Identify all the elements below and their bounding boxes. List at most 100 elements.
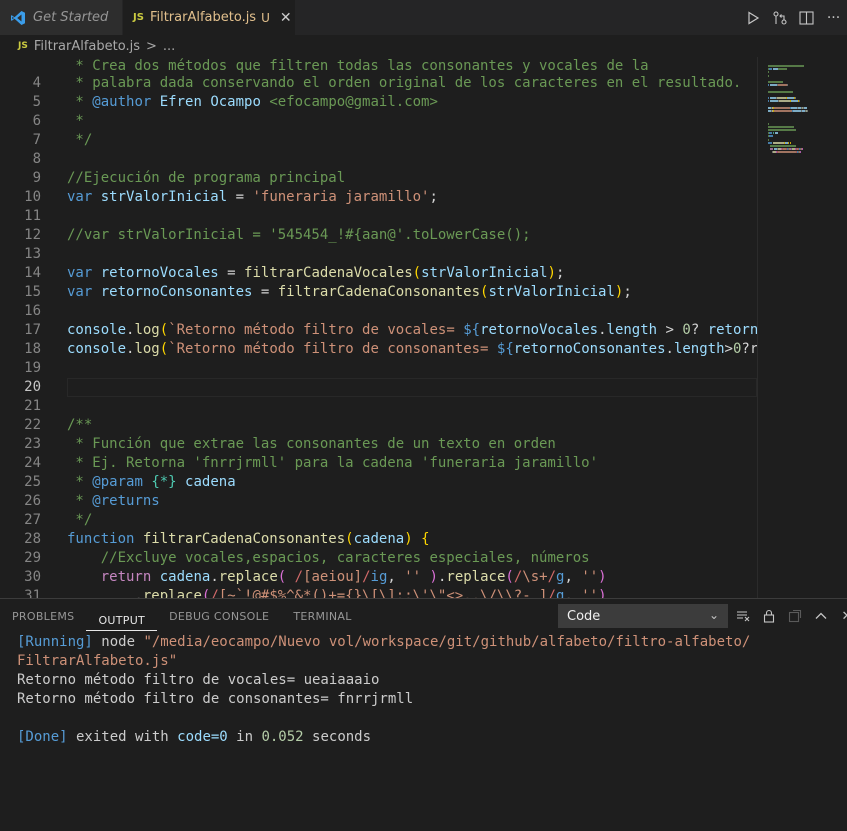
panel-tab-problems[interactable]: PROBLEMS [0, 599, 86, 634]
code-token: '' [404, 569, 422, 585]
code-token: //var strValorInicial = '545454_!#{aan@'… [67, 227, 531, 243]
code-line: 13 [0, 245, 757, 264]
code-line: 24 * Ej. Retorna 'fnrrjrmll' para la cad… [0, 454, 757, 473]
line-number: 22 [24, 417, 41, 433]
code-token: / [547, 588, 556, 598]
tab-get-started[interactable]: Get Started [0, 0, 123, 35]
close-panel-icon[interactable]: ✕ [834, 604, 847, 628]
minimap-stroke [787, 84, 788, 87]
done-text: seconds [303, 729, 372, 745]
code-line: 22 /** [0, 416, 757, 435]
line-number: 6 [32, 113, 41, 129]
code-token: = [252, 284, 278, 300]
line-number: 7 [32, 132, 41, 148]
code-text: .replace(/[~`!@#$%^&*()+={}\[\];:\'\"<>.… [67, 587, 607, 598]
line-number: 23 [24, 436, 41, 452]
code-text: * [67, 112, 84, 131]
minimap-stroke [799, 100, 800, 103]
code-line: 4 * palabra dada conservando el orden or… [0, 74, 757, 93]
line-number: 29 [24, 550, 41, 566]
clear-output-icon[interactable] [730, 604, 756, 628]
code-token: ig [370, 569, 388, 585]
code-token: retorn [707, 322, 757, 338]
code-token: ( [345, 531, 354, 547]
minimap-stroke [802, 148, 803, 151]
code-token: ; [555, 265, 565, 281]
code-line: 31 .replace(/[~`!@#$%^&*()+={}\[\];:\'\"… [0, 587, 757, 598]
panel-tab-debug-console[interactable]: DEBUG CONSOLE [157, 599, 281, 634]
code-token: / [362, 569, 371, 585]
more-actions-icon[interactable]: ··· [820, 0, 847, 35]
minimap[interactable] [757, 57, 847, 598]
running-label: [Running] [17, 634, 93, 650]
line-number: 10 [24, 189, 41, 205]
code-token: * [67, 113, 84, 129]
code-token: strValorInicial [421, 265, 548, 281]
line-number: 20 [24, 379, 41, 395]
code-editor[interactable]: * Crea dos métodos que filtren todas las… [0, 45, 757, 598]
code-text: * @returns [67, 492, 159, 511]
code-token: length [606, 322, 658, 338]
maximize-panel-icon[interactable] [808, 604, 834, 628]
output-channel-select[interactable]: Code ⌄ [558, 604, 728, 628]
minimap-stroke [790, 141, 791, 144]
minimap-stroke [768, 141, 772, 144]
tab-filtrar-alfabeto[interactable]: JS FiltrarAlfabeto.js U ✕ [123, 0, 295, 35]
code-token: /** [67, 417, 93, 433]
line-number: 11 [24, 208, 41, 224]
code-token: @author [92, 94, 152, 110]
code-text: /** [67, 416, 92, 435]
code-line: 29 //Excluye vocales,espacios, caractere… [0, 549, 757, 568]
code-line: 25 * @param {*} cadena [0, 473, 757, 492]
code-token: ${ [496, 341, 514, 357]
minimap-stroke [770, 148, 773, 151]
code-token: function [67, 531, 135, 547]
minimap-stroke [779, 100, 790, 103]
minimap-stroke [773, 141, 784, 144]
code-text: var retornoVocales = filtrarCadenaVocale… [67, 264, 564, 283]
code-line: 9 //Ejecución de programa principal [0, 169, 757, 188]
minimap-stroke [778, 151, 796, 154]
output-log[interactable]: [Running] node "/media/eocampo/Nuevo vol… [17, 633, 837, 747]
line-number: 17 [24, 322, 41, 338]
run-icon[interactable] [739, 0, 766, 35]
output-vocales: Retorno método filtro de vocales= ueaiaa… [17, 672, 380, 688]
code-token: , [564, 588, 582, 598]
minimap-stroke [768, 90, 793, 93]
panel-tab-output[interactable]: OUTPUT [86, 603, 158, 631]
code-line: 18 console. log(`Retorno método filtro de … [0, 340, 757, 359]
code-token: ) [598, 569, 607, 585]
panel-tab-terminal[interactable]: TERMINAL [281, 599, 363, 634]
split-editor-icon[interactable] [793, 0, 820, 35]
done-text: exited with [67, 729, 178, 745]
minimap-stroke [778, 68, 787, 71]
line-number: 30 [24, 569, 41, 585]
close-icon[interactable]: ✕ [280, 10, 292, 26]
code-token: ( [412, 265, 422, 281]
code-token: * palabra dada conservando el orden orig… [67, 75, 742, 91]
code-text: * palabra dada conservando el orden orig… [67, 74, 741, 93]
code-line: 28 function filtrarCadenaConsonantes(cade… [0, 530, 757, 549]
code-text: * Función que extrae las consonantes de … [67, 435, 555, 454]
open-log-icon[interactable] [782, 604, 808, 628]
source-control-compare-icon[interactable] [766, 0, 793, 35]
code-token: / [286, 569, 304, 585]
done-label: [Done] [17, 729, 68, 745]
code-token: \s+ [522, 569, 548, 585]
code-line: 20 [0, 378, 757, 397]
minimap-stroke [795, 97, 796, 99]
minimap-stroke [775, 132, 778, 135]
minimap-stroke [778, 84, 787, 87]
code-line: 6 * [0, 112, 757, 131]
code-token: ) [598, 588, 607, 598]
code-token: [~`!@#$%^&*()+={}\[\];:\'\"<>.,\/\\?-_] [218, 588, 548, 598]
code-token: ? [690, 322, 708, 338]
minimap-stroke [770, 100, 778, 103]
code-token: = [227, 189, 253, 205]
line-number: 25 [24, 474, 41, 490]
lock-scroll-icon[interactable] [756, 604, 782, 628]
